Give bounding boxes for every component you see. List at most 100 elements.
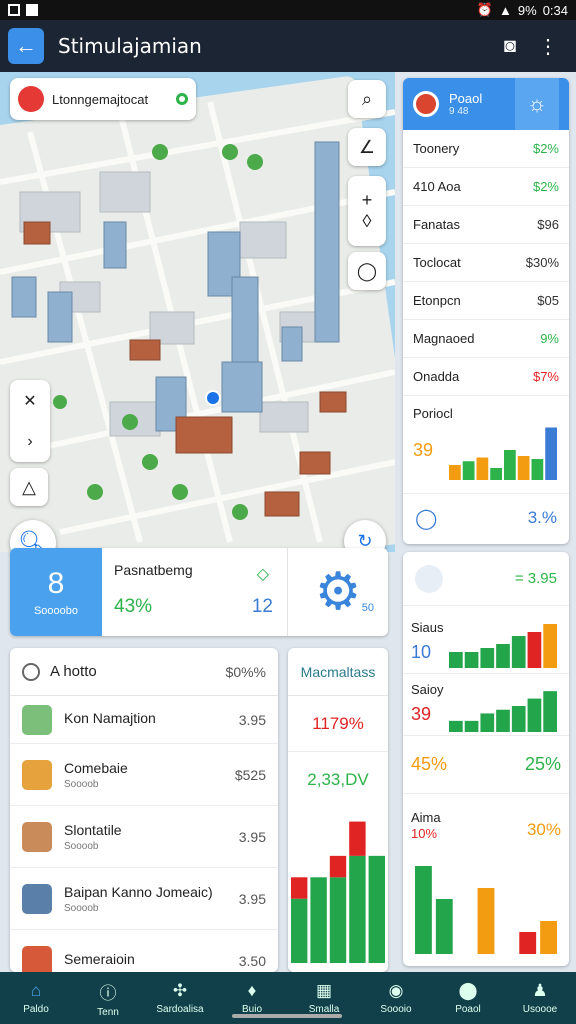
right-summary-panel: Poaol 9 48 ☼ Toonery $2% 410 Aoa $2% Fanat…	[403, 78, 569, 544]
globe-icon: ◉	[388, 981, 404, 1000]
bar-mark	[349, 855, 366, 963]
summary-row-value: $7%	[532, 369, 559, 384]
location-pin-icon[interactable]	[205, 390, 221, 406]
nav-item-soooio[interactable]: ◉ Soooio	[360, 972, 432, 1024]
right2-percent-row: 45% 25%	[403, 736, 569, 794]
square-icon	[26, 4, 38, 16]
chat-icon[interactable]	[415, 564, 443, 593]
home-icon: ⌂	[30, 981, 42, 1000]
summary-small-label: Soooobo	[33, 605, 79, 617]
bar-mark	[527, 632, 542, 668]
right2-chart3-label: Aima	[411, 810, 441, 825]
summary-row[interactable]: Etonpcn $05	[403, 282, 569, 320]
map-streets	[0, 101, 395, 543]
list-item-value: $525	[234, 766, 266, 783]
summary-row[interactable]: Toonery $2%	[403, 130, 569, 168]
list-item-subtitle: Soooob	[64, 840, 99, 852]
list-item[interactable]: Baipan Kanno Jomeaic) Soooob 3.95	[10, 868, 278, 930]
bar-mark	[329, 877, 347, 963]
right2-chart2-label: Saioy	[411, 682, 444, 697]
measure-button[interactable]: ∠	[348, 128, 386, 166]
bar-mark	[449, 720, 463, 732]
bar-mark	[540, 921, 557, 954]
summary-row[interactable]: 410 Aoa $2%	[403, 168, 569, 206]
page-title: Stimulajamian	[58, 34, 202, 58]
bar-mark	[349, 821, 366, 856]
summary-row-value: $2%	[532, 179, 559, 194]
nav-item-label: Poaol	[455, 1004, 481, 1015]
search-small-icon[interactable]: ◯	[415, 506, 437, 531]
settings-gear[interactable]: ⚙ 50	[288, 548, 388, 636]
item-thumbnail-icon	[22, 883, 52, 914]
list-item[interactable]: Kon Namajtion 3.95	[10, 696, 278, 744]
nav-item-poaol[interactable]: ⬤ Poaol	[432, 972, 504, 1024]
nav-item-tenn[interactable]: ⓘ Tenn	[72, 972, 144, 1024]
bar-mark	[496, 709, 510, 732]
gesture-handle[interactable]	[232, 1014, 342, 1018]
summary-row-label: Onadda	[413, 369, 460, 384]
list-item[interactable]: Slontatile Soooob 3.95	[10, 806, 278, 868]
right-panel-header[interactable]: Poaol 9 48 ☼	[403, 78, 569, 130]
city-map[interactable]: 400	[0, 72, 395, 552]
bar-mark	[543, 691, 557, 732]
summary-big-number: 8	[47, 567, 65, 600]
picture-icon	[8, 4, 20, 16]
right2-chart1-value: 10	[411, 642, 432, 662]
list-item[interactable]: Comebaie Soooob $525	[10, 744, 278, 806]
close-icon[interactable]: ✕	[23, 391, 36, 411]
right2-bar-chart-2	[449, 691, 557, 732]
location-icon: ⬤	[458, 981, 478, 1000]
right-header-title: Poaol	[449, 91, 483, 106]
right-chart-block: Poriocl 39	[403, 396, 569, 494]
bar-mark	[477, 888, 495, 954]
plus-icon[interactable]: +	[362, 190, 373, 211]
zoom-search-button[interactable]: ⌕	[348, 80, 386, 118]
back-button[interactable]: ←	[8, 28, 44, 64]
bar-mark	[527, 698, 542, 732]
summary-card[interactable]: 8 Soooobo Pasnatbemg ◇ 43% 12 ⚙ 50	[10, 548, 388, 636]
summary-row[interactable]: Magnaoed 9%	[403, 320, 569, 358]
summary-row[interactable]: Onadda $7%	[403, 358, 569, 396]
leaf-icon[interactable]: ◊	[363, 211, 372, 232]
more-vert-icon[interactable]: ⋮	[538, 34, 558, 59]
app-bar: ← Stimulajamian ◙ ⋮	[0, 20, 576, 72]
chevron-right-icon[interactable]: ›	[27, 433, 32, 451]
right2-chart1-block: Siaus 10	[403, 606, 569, 674]
item-thumbnail-icon	[22, 821, 52, 852]
resource-list-panel: A hotto $0%% Kon Namajtion 3.95 Comebaie…	[10, 648, 278, 972]
summary-row[interactable]: Toclocat $30%	[403, 244, 569, 282]
robot-icon[interactable]: ◙	[504, 35, 516, 58]
bell-icon: △	[22, 476, 36, 497]
nav-item-usoooe[interactable]: ♟ Usoooe	[504, 972, 576, 1024]
summary-row-label: Etonpcn	[413, 293, 461, 308]
list-item[interactable]: Semeraioin 3.50	[10, 930, 278, 972]
bell-button[interactable]: △	[10, 468, 48, 506]
right2-bar-chart-1	[449, 624, 557, 668]
list-item-value: 3.95	[238, 890, 266, 907]
bar-mark	[511, 636, 526, 668]
list-header[interactable]: A hotto $0%%	[10, 648, 278, 696]
list-item-title: Kon Namajtion	[64, 710, 156, 726]
nav-item-sardoalisa[interactable]: ✣ Sardoalisa	[144, 972, 216, 1024]
summary-row[interactable]: Fanatas $96	[403, 206, 569, 244]
nav-item-paldo[interactable]: ⌂ Paldo	[0, 972, 72, 1024]
compass-button[interactable]: ◯	[348, 252, 386, 290]
right-chart-value: 39	[413, 440, 434, 460]
sun-icon[interactable]: ☼	[515, 78, 559, 130]
list-header-title: A hotto	[50, 663, 97, 680]
bar-mark	[511, 706, 526, 732]
summary-row-label: Magnaoed	[413, 331, 475, 346]
bar-mark	[545, 427, 557, 480]
map-location-card[interactable]: Ltonngemajtocat	[10, 78, 196, 120]
pin-icon: ♦	[247, 981, 257, 1000]
bar-mark	[543, 624, 557, 668]
zoom-control[interactable]: + ◊	[348, 176, 386, 246]
bar-mark	[368, 855, 385, 963]
summary-row-label: 410 Aoa	[413, 179, 461, 194]
summary-row-value: 9%	[540, 331, 559, 346]
alarm-icon: ⏰	[476, 2, 494, 17]
bar-mark	[464, 652, 479, 668]
status-icon	[176, 93, 188, 105]
bar-mark	[329, 855, 347, 878]
bar-mark	[519, 932, 537, 954]
